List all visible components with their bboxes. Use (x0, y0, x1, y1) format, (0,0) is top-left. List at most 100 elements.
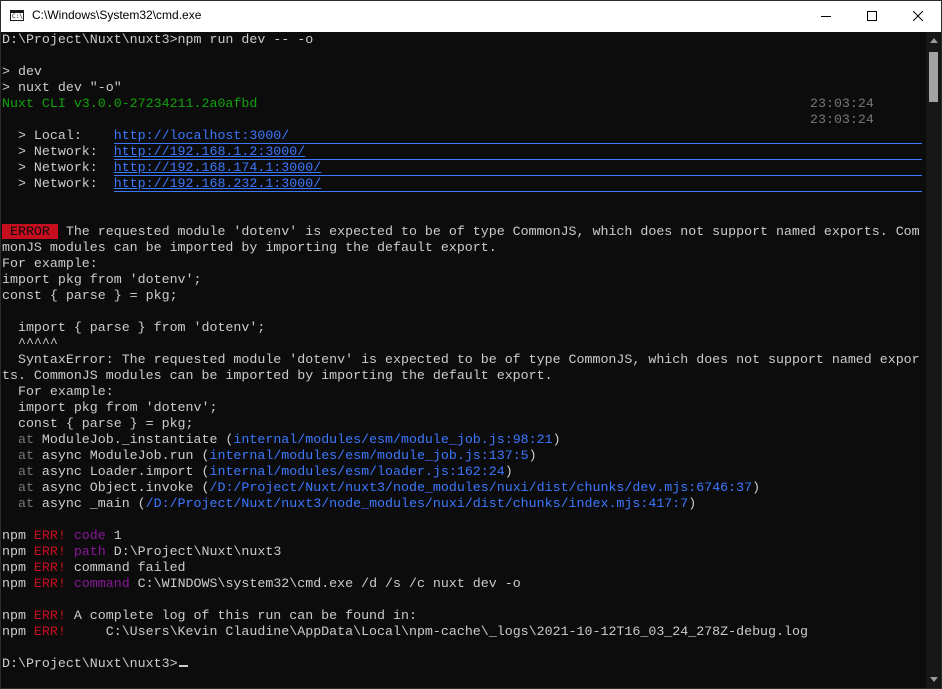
prompt-line[interactable]: D:\Project\Nuxt\nuxt3> (2, 656, 188, 672)
stack-at: at (2, 448, 34, 463)
minimize-button[interactable] (803, 1, 849, 32)
server-local-line: > Local: http://localhost:3000/ (2, 128, 289, 144)
example-line: For example: (2, 256, 98, 271)
stack-close: ) (552, 432, 561, 447)
nuxt-version-line: Nuxt CLI v3.0.0-27234211.2a0afbd (2, 96, 258, 111)
syntax-error-line: SyntaxError: The requested module 'doten… (2, 352, 920, 367)
npm-err-tag: ERR! (33, 560, 66, 575)
url-underline (114, 191, 922, 192)
example-line: For example: (2, 384, 114, 399)
npm-error-line: npm ERR! path D:\Project\Nuxt\nuxt3 (2, 544, 281, 560)
npm-err-value: 1 (105, 528, 122, 543)
scroll-up-arrow-icon[interactable] (930, 38, 938, 43)
vertical-scrollbar[interactable] (926, 32, 941, 688)
stack-frame: at ModuleJob._instantiate (internal/modu… (2, 432, 561, 448)
stack-at: at (2, 432, 34, 447)
npm-err-value: command failed (65, 560, 186, 575)
npm-err-tag: ERR! (33, 544, 66, 559)
scroll-down-arrow-icon[interactable] (930, 677, 938, 682)
text-cursor (178, 665, 188, 667)
stack-at: at (2, 496, 34, 511)
title-bar[interactable]: C:\ C:\Windows\System32\cmd.exe (1, 1, 941, 32)
server-network-line: > Network: http://192.168.1.2:3000/ (2, 144, 305, 160)
npm-log-line: npm ERR! C:\Users\Kevin Claudine\AppData… (2, 624, 808, 640)
npm-error-line: npm ERR! command C:\WINDOWS\system32\cmd… (2, 576, 521, 592)
caret-line: ^^^^^ (2, 336, 58, 351)
example-line: const { parse } = pkg; (2, 416, 194, 431)
server-url-link[interactable]: http://192.168.1.2:3000/ (114, 144, 306, 159)
server-network-line: > Network: http://192.168.174.1:3000/ (2, 160, 321, 176)
npm-prefix: npm (2, 624, 34, 639)
server-url-link[interactable]: http://192.168.174.1:3000/ (114, 160, 321, 175)
npm-error-line: npm ERR! command failed (2, 560, 186, 576)
console-output[interactable]: D:\Project\Nuxt\nuxt3>npm run dev -- -o … (1, 32, 926, 688)
example-line: import pkg from 'dotenv'; (2, 400, 218, 415)
stack-fn: ModuleJob._instantiate ( (33, 432, 234, 447)
npm-prefix: npm (2, 576, 34, 591)
stack-at: at (2, 480, 34, 495)
syntax-error-cont: ts. CommonJS modules can be imported by … (2, 368, 553, 383)
npm-err-tag: ERR! (33, 576, 66, 591)
stack-fn: async _main ( (33, 496, 146, 511)
server-network-line: > Network: http://192.168.232.1:3000/ (2, 176, 321, 192)
server-url-link[interactable]: http://192.168.232.1:3000/ (114, 176, 321, 191)
stack-frame: at async Loader.import (internal/modules… (2, 464, 513, 480)
npm-prefix: npm (2, 528, 34, 543)
error-message-cont: monJS modules can be imported by importi… (2, 240, 497, 255)
npm-err-key: path (65, 544, 106, 559)
server-label: > Network: (2, 160, 114, 175)
npm-prefix: npm (2, 544, 34, 559)
stack-close: ) (504, 464, 513, 479)
error-badge: ERROR (2, 224, 58, 239)
server-url-link[interactable]: http://localhost:3000/ (114, 128, 290, 143)
cmd-icon[interactable]: C:\ (10, 10, 24, 21)
npm-err-tag: ERR! (33, 624, 66, 639)
minimize-icon (821, 16, 831, 17)
stack-at: at (2, 464, 34, 479)
cmd-window: C:\ C:\Windows\System32\cmd.exe D:\Proje… (0, 0, 942, 689)
timestamp: 23:03:24 (810, 112, 874, 127)
example-line: const { parse } = pkg; (2, 288, 178, 303)
stack-location: internal/modules/esm/loader.js:162:24 (209, 464, 505, 479)
stack-close: ) (688, 496, 697, 511)
npm-error-line: npm ERR! code 1 (2, 528, 122, 544)
npm-log-text: A complete log of this run can be found … (65, 608, 417, 623)
error-line: ERROR The requested module 'dotenv' is e… (2, 224, 920, 240)
window-title: C:\Windows\System32\cmd.exe (32, 8, 202, 22)
npm-log-line: npm ERR! A complete log of this run can … (2, 608, 417, 624)
server-label: > Network: (2, 144, 114, 159)
script-name-line: > dev (2, 64, 42, 79)
npm-err-key: command (65, 576, 130, 591)
stack-fn: async Object.invoke ( (33, 480, 210, 495)
server-label: > Network: (2, 176, 114, 191)
stack-close: ) (528, 448, 537, 463)
server-label: > Local: (2, 128, 114, 143)
npm-log-path: C:\Users\Kevin Claudine\AppData\Local\np… (65, 624, 808, 639)
stack-location: internal/modules/esm/module_job.js:98:21 (233, 432, 553, 447)
script-command-line: > nuxt dev "-o" (2, 80, 122, 95)
stack-frame: at async ModuleJob.run (internal/modules… (2, 448, 537, 464)
command-line: D:\Project\Nuxt\nuxt3>npm run dev -- -o (2, 32, 314, 47)
npm-err-tag: ERR! (33, 528, 66, 543)
npm-err-key: code (65, 528, 106, 543)
stack-frame: at async _main (/D:/Project/Nuxt/nuxt3/n… (2, 496, 696, 512)
close-icon (913, 11, 923, 21)
maximize-icon (867, 11, 877, 21)
npm-prefix: npm (2, 608, 34, 623)
npm-prefix: npm (2, 560, 34, 575)
stack-location: /D:/Project/Nuxt/nuxt3/node_modules/nuxi… (145, 496, 689, 511)
maximize-button[interactable] (849, 1, 895, 32)
scrollbar-thumb[interactable] (929, 52, 938, 102)
close-button[interactable] (895, 1, 941, 32)
error-message: The requested module 'dotenv' is expecte… (57, 224, 920, 239)
timestamp: 23:03:24 (810, 96, 874, 111)
npm-err-value: D:\Project\Nuxt\nuxt3 (105, 544, 282, 559)
stack-frame: at async Object.invoke (/D:/Project/Nuxt… (2, 480, 760, 496)
source-line: import { parse } from 'dotenv'; (2, 320, 266, 335)
stack-location: /D:/Project/Nuxt/nuxt3/node_modules/nuxi… (209, 480, 753, 495)
stack-fn: async Loader.import ( (33, 464, 210, 479)
stack-location: internal/modules/esm/module_job.js:137:5 (209, 448, 529, 463)
npm-err-value: C:\WINDOWS\system32\cmd.exe /d /s /c nux… (129, 576, 521, 591)
prompt: D:\Project\Nuxt\nuxt3> (2, 656, 178, 671)
stack-fn: async ModuleJob.run ( (33, 448, 210, 463)
